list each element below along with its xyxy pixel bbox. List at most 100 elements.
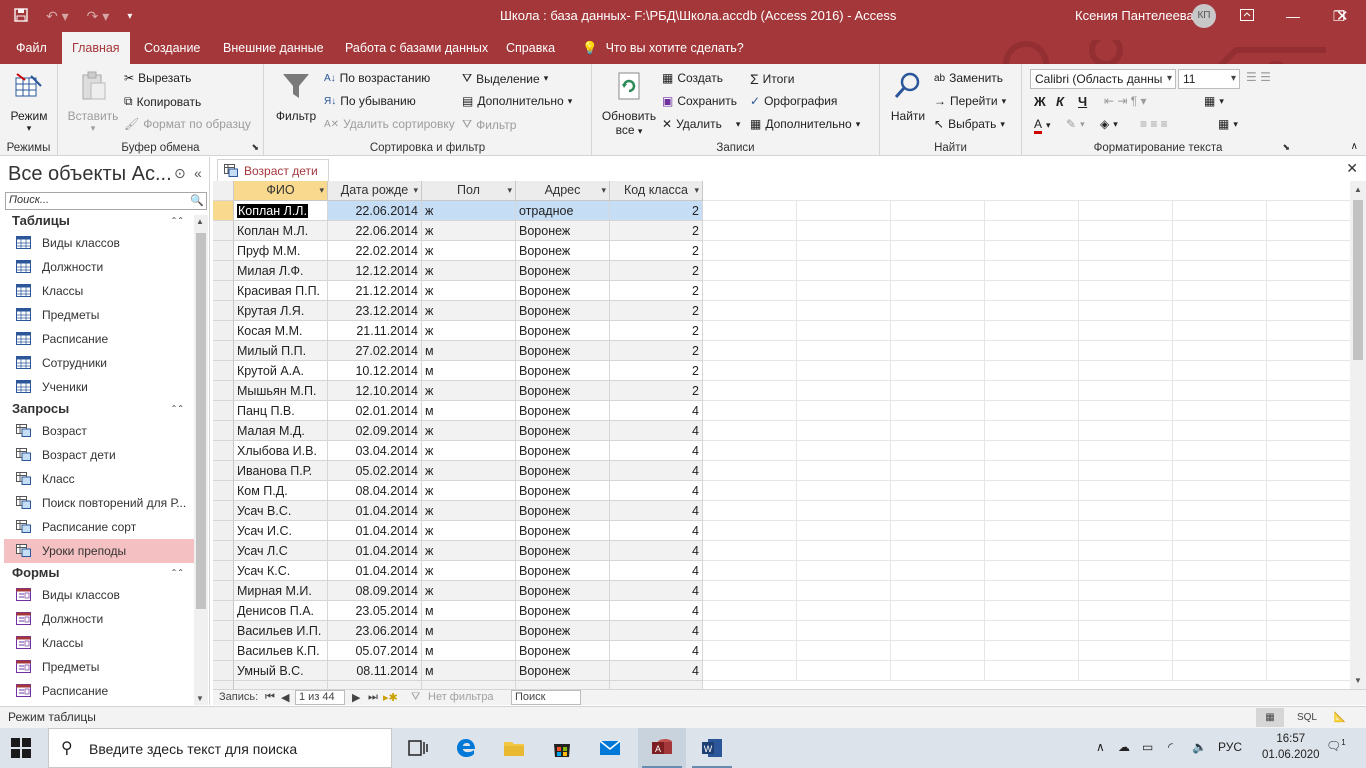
table-cell[interactable]: 22.06.2014 bbox=[328, 221, 422, 241]
table-cell[interactable]: 2 bbox=[610, 361, 703, 381]
totals-button[interactable]: Σ Итоги bbox=[750, 71, 794, 87]
table-cell[interactable]: Воронеж bbox=[516, 641, 610, 661]
table-cell[interactable]: Усач И.С. bbox=[234, 521, 328, 541]
table-cell[interactable]: 2 bbox=[610, 241, 703, 261]
table-cell[interactable]: ж bbox=[422, 581, 516, 601]
table-cell[interactable]: Красивая П.П. bbox=[234, 281, 328, 301]
bold-button[interactable]: Ж bbox=[1034, 94, 1046, 109]
row-selector[interactable] bbox=[213, 281, 234, 301]
table-cell[interactable] bbox=[422, 681, 516, 689]
table-cell[interactable]: 21.12.2014 bbox=[328, 281, 422, 301]
format-painter-button[interactable]: 🖌 Формат по образцу bbox=[124, 117, 251, 131]
replace-button[interactable]: ab Заменить bbox=[934, 71, 1003, 85]
table-cell[interactable]: Воронеж bbox=[516, 361, 610, 381]
row-selector[interactable] bbox=[213, 201, 234, 221]
table-cell[interactable]: Мышьян М.П. bbox=[234, 381, 328, 401]
table-cell[interactable]: 23.05.2014 bbox=[328, 601, 422, 621]
last-record-icon[interactable]: ⏭ bbox=[368, 691, 378, 704]
table-cell[interactable]: 4 bbox=[610, 461, 703, 481]
avatar[interactable]: КП bbox=[1192, 4, 1216, 28]
table-cell[interactable]: м bbox=[422, 661, 516, 681]
ribbon-display-icon[interactable] bbox=[1224, 0, 1270, 32]
table-cell[interactable]: Воронеж bbox=[516, 381, 610, 401]
fill-color-button[interactable]: ◈ ▾ bbox=[1100, 117, 1118, 131]
font-size-combo[interactable]: 11 ▾ bbox=[1178, 69, 1240, 89]
table-cell[interactable]: ж bbox=[422, 261, 516, 281]
indent-icons[interactable]: ⇤ ⇥ ¶ ▾ bbox=[1104, 94, 1147, 108]
wifi-icon[interactable]: ◜ bbox=[1168, 740, 1173, 754]
table-cell[interactable]: Панц П.В. bbox=[234, 401, 328, 421]
alternate-row-button[interactable]: ▦ ▾ bbox=[1218, 117, 1238, 131]
chevron-up-icon[interactable]: ⌃⌃ bbox=[171, 569, 184, 577]
row-selector[interactable] bbox=[213, 481, 234, 501]
row-selector[interactable] bbox=[213, 681, 234, 689]
table-cell[interactable]: Воронеж bbox=[516, 241, 610, 261]
word-app[interactable]: W bbox=[688, 728, 736, 768]
datasheet-view-button[interactable]: ▦ bbox=[1256, 708, 1284, 727]
tab-create[interactable]: Создание bbox=[134, 32, 210, 64]
table-cell[interactable]: Васильев И.П. bbox=[234, 621, 328, 641]
table-cell[interactable]: Воронеж bbox=[516, 521, 610, 541]
table-cell[interactable]: 01.04.2014 bbox=[328, 501, 422, 521]
table-cell[interactable]: Милая Л.Ф. bbox=[234, 261, 328, 281]
nav-item-table[interactable]: Предметы bbox=[4, 303, 194, 327]
nav-item-form[interactable]: Предметы bbox=[4, 655, 194, 679]
table-cell[interactable]: 01.04.2014 bbox=[328, 561, 422, 581]
dialog-launcher-icon[interactable]: ⬊ bbox=[251, 142, 259, 153]
table-cell[interactable]: 02.09.2014 bbox=[328, 421, 422, 441]
table-cell[interactable]: ж bbox=[422, 521, 516, 541]
underline-button[interactable]: Ч bbox=[1078, 94, 1087, 109]
table-cell[interactable]: м bbox=[422, 401, 516, 421]
copy-button[interactable]: ⧉ Копировать bbox=[124, 94, 201, 109]
font-color-button[interactable]: A ▾ bbox=[1034, 117, 1051, 134]
nav-scrollbar[interactable]: ▲ ▼ bbox=[194, 215, 208, 705]
column-header[interactable]: ФИО ▾ bbox=[234, 181, 328, 201]
table-cell[interactable]: Усач Л.С bbox=[234, 541, 328, 561]
table-cell[interactable] bbox=[328, 681, 422, 689]
minimize-icon[interactable]: — bbox=[1270, 0, 1316, 32]
sql-view-button[interactable]: SQL bbox=[1293, 708, 1321, 727]
next-record-icon[interactable]: ▶ bbox=[352, 691, 360, 704]
column-filter-dropdown-icon[interactable]: ▾ bbox=[694, 181, 699, 200]
table-cell[interactable]: Ком П.Д. bbox=[234, 481, 328, 501]
task-view-button[interactable] bbox=[394, 728, 442, 768]
nav-item-query[interactable]: Класс bbox=[4, 467, 194, 491]
taskbar-search[interactable]: ⚲ Введите здесь текст для поиска bbox=[48, 728, 392, 768]
design-view-button[interactable]: 📐 bbox=[1326, 708, 1354, 727]
scroll-up-icon[interactable]: ▲ bbox=[196, 217, 204, 226]
row-selector[interactable] bbox=[213, 561, 234, 581]
nav-item-form[interactable]: Должности bbox=[4, 607, 194, 631]
delete-record-button[interactable]: ✕ Удалить ▾ bbox=[662, 117, 740, 131]
table-cell[interactable]: 2 bbox=[610, 341, 703, 361]
table-cell[interactable]: ж bbox=[422, 221, 516, 241]
nav-category-query[interactable]: Запросы ⌃⌃ bbox=[4, 399, 194, 419]
table-cell[interactable]: ж bbox=[422, 501, 516, 521]
row-selector[interactable] bbox=[213, 541, 234, 561]
gridlines-button[interactable]: ▦ ▾ bbox=[1204, 94, 1224, 108]
table-cell[interactable]: Милый П.П. bbox=[234, 341, 328, 361]
hscrollbar[interactable] bbox=[585, 690, 1350, 705]
table-cell[interactable]: 4 bbox=[610, 601, 703, 621]
table-cell[interactable]: 23.12.2014 bbox=[328, 301, 422, 321]
table-cell[interactable]: 01.04.2014 bbox=[328, 521, 422, 541]
table-cell[interactable]: 4 bbox=[610, 641, 703, 661]
row-selector[interactable] bbox=[213, 401, 234, 421]
table-cell[interactable]: 4 bbox=[610, 521, 703, 541]
table-cell[interactable]: Воронеж bbox=[516, 221, 610, 241]
row-selector[interactable] bbox=[213, 521, 234, 541]
table-cell[interactable]: Хлыбова И.В. bbox=[234, 441, 328, 461]
row-selector[interactable] bbox=[213, 321, 234, 341]
table-cell[interactable]: 4 bbox=[610, 401, 703, 421]
scroll-down-icon[interactable]: ▼ bbox=[196, 694, 204, 703]
table-cell[interactable]: Воронеж bbox=[516, 261, 610, 281]
advanced-filter-button[interactable]: ▤ Дополнительно ▾ bbox=[462, 94, 572, 108]
table-cell[interactable]: 4 bbox=[610, 561, 703, 581]
table-cell[interactable]: Воронеж bbox=[516, 461, 610, 481]
table-cell[interactable]: Воронеж bbox=[516, 341, 610, 361]
table-cell[interactable]: Денисов П.А. bbox=[234, 601, 328, 621]
font-name-combo[interactable]: Calibri (Область данны ▾ bbox=[1030, 69, 1176, 89]
column-header[interactable]: Пол ▾ bbox=[422, 181, 516, 201]
nav-item-table[interactable]: Должности bbox=[4, 255, 194, 279]
table-cell[interactable]: 10.12.2014 bbox=[328, 361, 422, 381]
edge-app[interactable] bbox=[442, 728, 490, 768]
